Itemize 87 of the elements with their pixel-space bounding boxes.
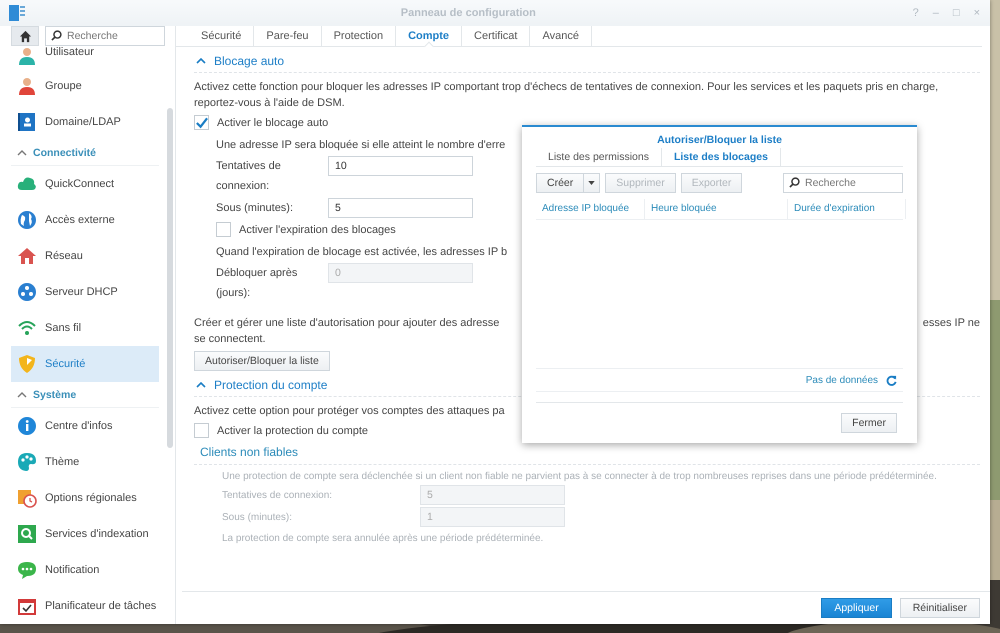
field-label: Sous (minutes): xyxy=(216,201,294,216)
checkbox[interactable] xyxy=(216,222,231,237)
dialog-title: Autoriser/Bloquer la liste xyxy=(657,134,782,146)
reset-button[interactable]: Réinitialiser xyxy=(900,598,980,618)
sidebar-item[interactable]: Groupe xyxy=(11,68,159,104)
column-header[interactable]: Heure bloquée xyxy=(645,199,788,219)
field-label: Tentatives de connexion: xyxy=(216,159,282,194)
column-header[interactable]: Adresse IP bloquée xyxy=(536,199,645,219)
search-icon xyxy=(51,30,62,41)
field-label: Tentatives de connexion: xyxy=(222,490,334,500)
field-label: Sous (minutes): xyxy=(222,512,294,522)
sidebar-item[interactable]: Options régionales xyxy=(11,480,159,516)
description: esses IP ne xyxy=(922,316,980,331)
search-icon xyxy=(789,177,800,188)
window-title: Panneau de configuration xyxy=(400,7,537,19)
sidebar-item[interactable]: Thème xyxy=(11,444,159,480)
status-text: Pas de données xyxy=(806,374,878,386)
tab[interactable]: Sécurité xyxy=(189,26,254,46)
sidebar-item[interactable]: Utilisateur xyxy=(11,46,159,68)
shield-icon xyxy=(17,354,37,374)
sidebar-item[interactable]: Services d'indexation xyxy=(11,516,159,552)
sidebar-item[interactable]: Réseau xyxy=(11,238,159,274)
home-button[interactable] xyxy=(11,26,39,46)
description: Créer et gérer une liste d'autorisation pour ajouter des adresse xyxy=(194,316,500,331)
clock-icon xyxy=(17,488,37,508)
hint-text: Une adresse IP sera bloquée si elle atteint le nombre d'erre xyxy=(216,138,506,153)
description: Activez cette fonction pour bloquer les adresses IP comportant trop d'échecs de tentatives de connexion. Pour les services et les paquets pris en charge, reportez-vous à l'aide de DSM. xyxy=(194,80,940,111)
hint-text: La protection de compte sera annulée après une période prédéterminée. xyxy=(222,533,544,544)
sidebar-item[interactable]: Sécurité xyxy=(11,346,159,382)
create-button[interactable]: Créer xyxy=(536,173,600,193)
house-icon xyxy=(17,246,37,266)
sidebar-item[interactable]: Serveur DHCP xyxy=(11,274,159,310)
sidebar-item[interactable]: Notification xyxy=(11,552,159,588)
person-icon xyxy=(17,76,37,96)
panel-icon xyxy=(8,4,26,22)
chat-icon xyxy=(17,560,37,580)
search-icon xyxy=(17,524,37,544)
palette-icon xyxy=(17,452,37,472)
sidebar-item[interactable]: Accès externe xyxy=(11,202,159,238)
info-icon xyxy=(17,416,37,436)
sidebar-item[interactable]: Sans fil xyxy=(11,310,159,346)
tab[interactable]: Avancé xyxy=(530,26,592,46)
wifi-icon xyxy=(17,318,37,338)
checkbox[interactable] xyxy=(194,115,209,130)
globe-icon xyxy=(17,210,37,230)
caret-icon[interactable] xyxy=(196,382,206,388)
tab[interactable]: Liste des blocages xyxy=(662,148,781,166)
section-title: Protection du compte xyxy=(214,378,328,392)
network-icon xyxy=(17,282,37,302)
description: se connectent. xyxy=(194,332,266,347)
card-icon xyxy=(17,112,37,132)
caret-icon[interactable] xyxy=(588,181,596,185)
tab[interactable]: Certificat xyxy=(462,26,530,46)
checkbox-label: Activer l'expiration des blocages xyxy=(239,224,396,236)
sidebar-section: Connectivité xyxy=(33,146,96,158)
sidebar-item[interactable]: QuickConnect xyxy=(11,166,159,202)
subsection-title: Clients non fiables xyxy=(200,445,298,459)
field-label: Débloquer après (jours): xyxy=(216,266,298,301)
sidebar-item[interactable]: Domaine/LDAP xyxy=(11,104,159,140)
sidebar-item[interactable]: Planificateur de tâches xyxy=(11,588,159,624)
description: Activez cette option pour protéger vos comptes des attaques pa xyxy=(194,404,506,419)
checkbox[interactable] xyxy=(194,423,209,438)
list-button[interactable]: Autoriser/Bloquer la liste xyxy=(194,351,330,371)
hint-text: Quand l'expiration de blocage est activée, les adresses IP b xyxy=(216,245,508,260)
checkbox-label: Activer la protection du compte xyxy=(217,424,368,436)
refresh-icon[interactable] xyxy=(886,374,897,386)
search-field[interactable]: Recherche xyxy=(783,173,903,193)
sidebar-item[interactable]: Centre d'infos xyxy=(11,408,159,444)
input-field[interactable]: 5 xyxy=(328,198,473,218)
input-field[interactable]: 10 xyxy=(328,156,473,176)
tab[interactable]: Protection xyxy=(322,26,396,46)
caret-icon[interactable] xyxy=(196,58,206,64)
calendar-icon xyxy=(17,596,37,616)
tab[interactable]: Pare-feu xyxy=(254,26,322,46)
home-icon xyxy=(18,30,32,42)
caret-icon[interactable] xyxy=(17,392,27,398)
caret-icon[interactable] xyxy=(17,150,27,156)
search-field[interactable]: Recherche xyxy=(45,26,165,46)
sidebar-section: Système xyxy=(33,388,76,400)
checkbox-label: Activer le blocage auto xyxy=(217,116,328,128)
column-header[interactable]: Durée d'expiration xyxy=(788,199,906,219)
tab[interactable]: Liste des permissions xyxy=(536,148,662,166)
close-button[interactable]: Fermer xyxy=(841,413,897,433)
hint-text: Une protection de compte sera déclenchée si un client non fiable ne parvient pas à se connecter à de trop nombreuses reprises dans une période prédéterminée. xyxy=(222,471,938,482)
person-icon xyxy=(17,46,37,66)
scrollbar-thumb[interactable] xyxy=(167,108,173,448)
section-title: Blocage auto xyxy=(214,54,284,68)
